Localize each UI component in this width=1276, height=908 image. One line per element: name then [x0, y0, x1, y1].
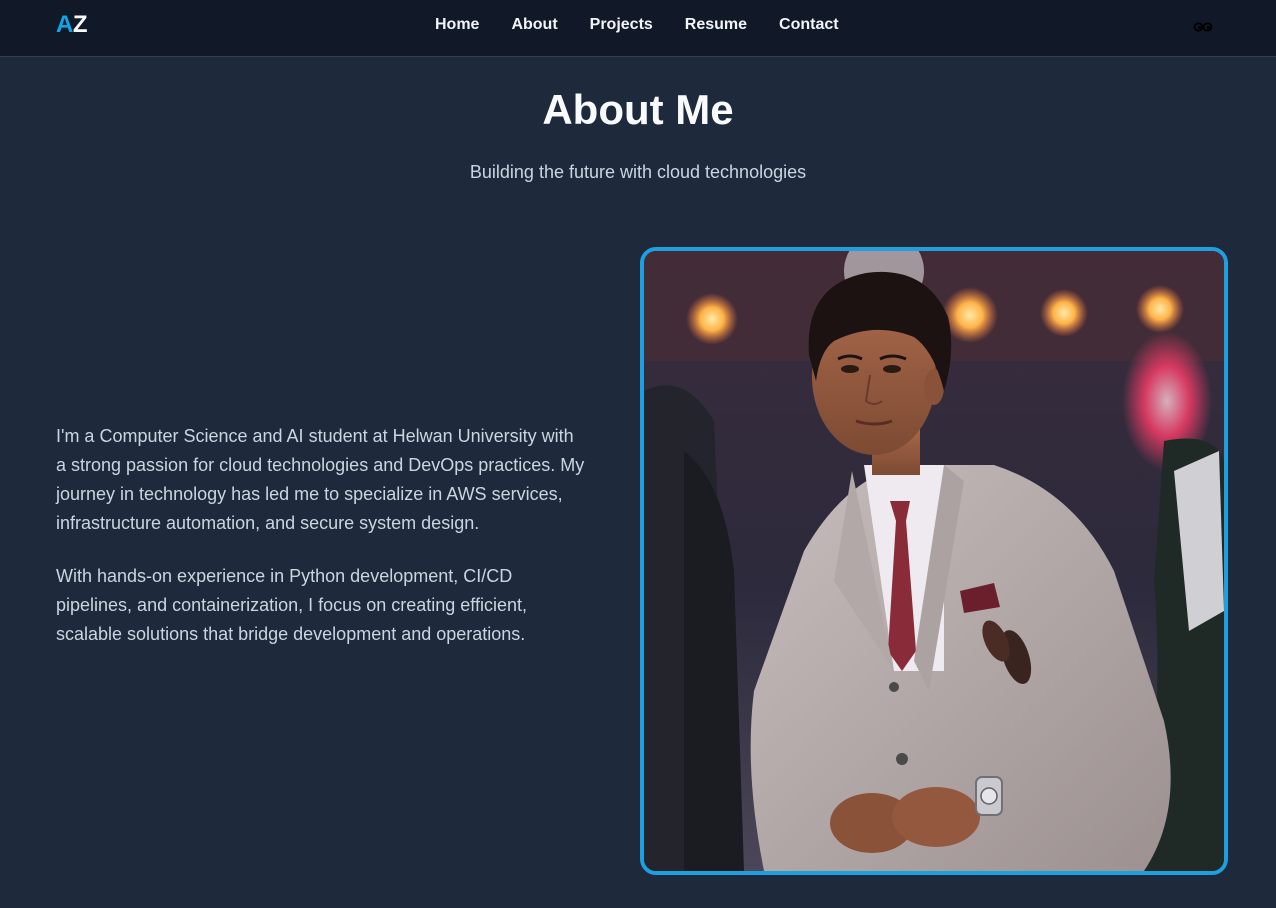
page-subtitle: Building the future with cloud technolog… [469, 162, 807, 182]
nav-link-home[interactable]: Home [435, 15, 479, 35]
site-logo[interactable]: AZ [56, 11, 88, 39]
nav-link-projects[interactable]: Projects [590, 15, 653, 35]
profile-photo-illustration [644, 251, 1224, 871]
about-description: I'm a Computer Science and AI student at… [56, 422, 586, 673]
logo-letter-a: A [56, 11, 73, 38]
nav-link-about[interactable]: About [511, 15, 557, 35]
nav-link-resume[interactable]: Resume [685, 15, 747, 35]
nav-links: Home About Projects Resume Contact [435, 15, 871, 35]
profile-photo [640, 247, 1228, 875]
about-paragraph: With hands-on experience in Python devel… [56, 566, 527, 644]
about-paragraph: I'm a Computer Science and AI student at… [56, 426, 585, 533]
eyes-icon[interactable] [1192, 18, 1214, 36]
navbar: AZ Home About Projects Resume Contact [0, 0, 1276, 57]
logo-letter-z: Z [72, 11, 88, 38]
nav-link-contact[interactable]: Contact [779, 15, 839, 35]
page-title: About Me [542, 86, 734, 133]
